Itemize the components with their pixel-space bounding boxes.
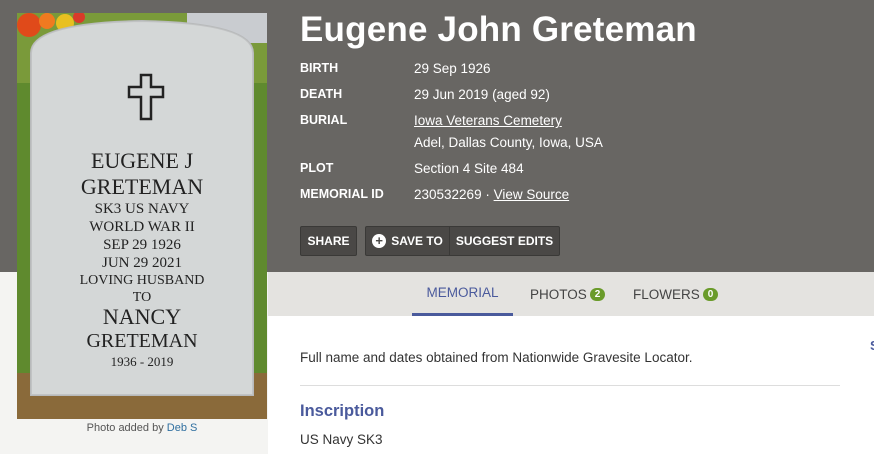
tab-memorial-label: MEMORIAL bbox=[426, 285, 499, 300]
save-suggest-group: + SAVE TO SUGGEST EDITS bbox=[365, 226, 560, 256]
divider bbox=[300, 385, 840, 386]
inscription-text: US Navy SK3 bbox=[300, 432, 383, 447]
plot-label: PLOT bbox=[300, 161, 334, 175]
burial-location: Adel, Dallas County, Iowa, USA bbox=[414, 135, 603, 150]
photos-count-badge: 2 bbox=[589, 287, 606, 301]
bio-text: Full name and dates obtained from Nation… bbox=[300, 350, 693, 365]
flowers-count-badge: 0 bbox=[702, 287, 719, 301]
memorial-name: Eugene John Greteman bbox=[300, 10, 697, 49]
tab-memorial[interactable]: MEMORIAL bbox=[412, 272, 513, 316]
headstone-photo[interactable]: EUGENE J GRETEMAN SK3 US NAVY WORLD WAR … bbox=[17, 13, 267, 419]
plot-value: Section 4 Site 484 bbox=[414, 161, 524, 176]
share-button[interactable]: SHARE bbox=[300, 226, 357, 256]
sidebar-edge-text: S bbox=[870, 338, 874, 353]
headstone-line: TO bbox=[133, 290, 151, 305]
headstone-image: EUGENE J GRETEMAN SK3 US NAVY WORLD WAR … bbox=[17, 13, 267, 419]
plus-circle-icon: + bbox=[372, 234, 387, 248]
headstone-line: JUN 29 2021 bbox=[102, 255, 182, 271]
tab-photos[interactable]: PHOTOS 2 bbox=[530, 272, 606, 316]
memorial-id-value: 230532269 · View Source bbox=[414, 187, 569, 202]
memorial-id-label: MEMORIAL ID bbox=[300, 187, 384, 201]
death-value: 29 Jun 2019 (aged 92) bbox=[414, 87, 550, 102]
memorial-tabs: MEMORIAL PHOTOS 2 FLOWERS 0 bbox=[268, 272, 874, 316]
headstone-line: LOVING HUSBAND bbox=[80, 273, 205, 288]
burial-label: BURIAL bbox=[300, 113, 348, 127]
headstone-line: 1936 - 2019 bbox=[111, 354, 174, 369]
headstone-line: WORLD WAR II bbox=[89, 219, 195, 235]
inscription-heading: Inscription bbox=[300, 402, 385, 420]
tab-flowers[interactable]: FLOWERS 0 bbox=[633, 272, 719, 316]
headstone-line: SEP 29 1926 bbox=[103, 237, 181, 253]
photo-contributor-link[interactable]: Deb S bbox=[167, 422, 198, 434]
memorial-content: Full name and dates obtained from Nation… bbox=[268, 316, 874, 454]
tab-photos-label: PHOTOS bbox=[530, 286, 587, 302]
suggest-edits-button[interactable]: SUGGEST EDITS bbox=[450, 227, 559, 255]
caption-prefix: Photo added by bbox=[86, 422, 164, 434]
tab-flowers-label: FLOWERS bbox=[633, 286, 700, 302]
headstone-line: NANCY bbox=[103, 304, 181, 329]
save-to-label: SAVE TO bbox=[391, 234, 443, 248]
headstone-line: EUGENE J bbox=[91, 148, 193, 173]
burial-cemetery-link[interactable]: Iowa Veterans Cemetery bbox=[414, 113, 562, 128]
headstone-line: GRETEMAN bbox=[86, 330, 197, 352]
photo-caption: Photo added by Deb S bbox=[17, 422, 267, 434]
birth-value: 29 Sep 1926 bbox=[414, 61, 491, 76]
headstone-line: GRETEMAN bbox=[81, 174, 203, 199]
memorial-id-number: 230532269 · bbox=[414, 187, 490, 202]
birth-label: BIRTH bbox=[300, 61, 339, 75]
view-source-link[interactable]: View Source bbox=[494, 187, 570, 202]
save-to-button[interactable]: + SAVE TO bbox=[366, 227, 450, 255]
death-label: DEATH bbox=[300, 87, 343, 101]
headstone-line: SK3 US NAVY bbox=[95, 201, 190, 217]
